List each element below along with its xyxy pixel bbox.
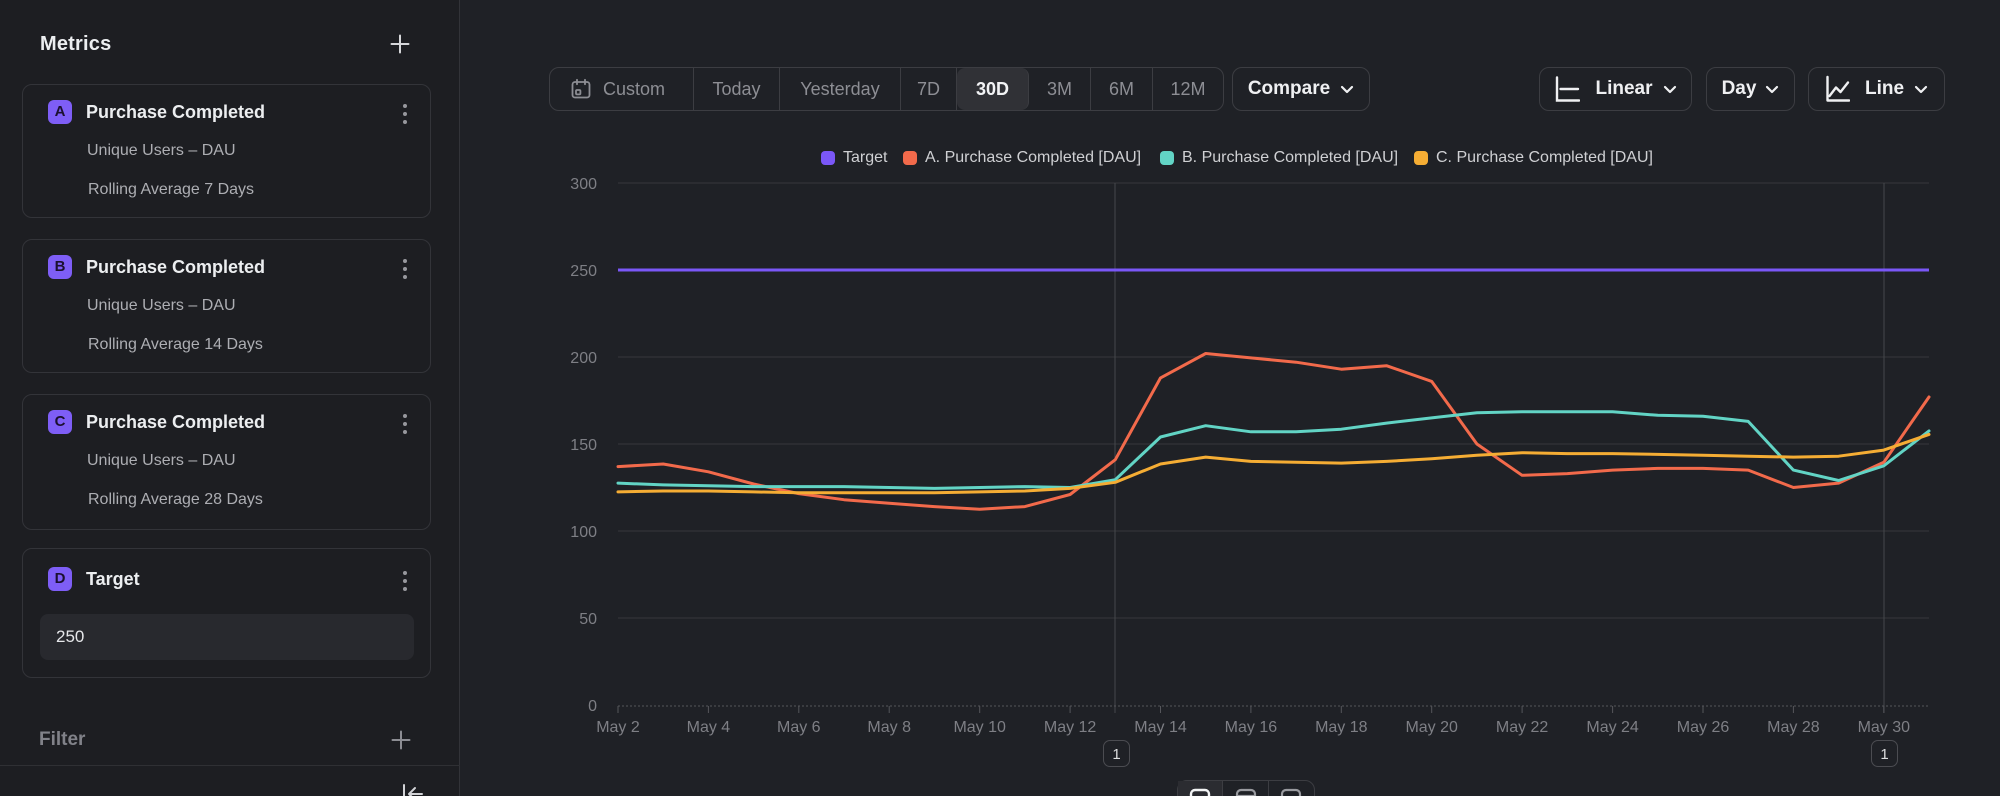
svg-text:May 10: May 10 xyxy=(953,719,1006,736)
svg-text:May 20: May 20 xyxy=(1405,719,1458,736)
svg-text:May 14: May 14 xyxy=(1134,719,1187,736)
svg-text:May 26: May 26 xyxy=(1677,719,1730,736)
svg-text:May 2: May 2 xyxy=(596,719,640,736)
svg-text:May 18: May 18 xyxy=(1315,719,1368,736)
svg-text:May 4: May 4 xyxy=(687,719,731,736)
svg-text:0: 0 xyxy=(588,698,597,715)
svg-text:100: 100 xyxy=(570,524,597,541)
svg-text:May 16: May 16 xyxy=(1225,719,1278,736)
svg-text:May 24: May 24 xyxy=(1586,719,1639,736)
svg-text:May 12: May 12 xyxy=(1044,719,1097,736)
svg-text:150: 150 xyxy=(570,437,597,454)
svg-text:May 28: May 28 xyxy=(1767,719,1820,736)
svg-text:50: 50 xyxy=(579,611,597,628)
svg-text:May 22: May 22 xyxy=(1496,719,1549,736)
svg-text:250: 250 xyxy=(570,263,597,280)
svg-text:May 30: May 30 xyxy=(1858,719,1911,736)
svg-text:200: 200 xyxy=(570,350,597,367)
svg-text:300: 300 xyxy=(570,176,597,193)
svg-text:May 8: May 8 xyxy=(867,719,911,736)
svg-text:May 6: May 6 xyxy=(777,719,821,736)
